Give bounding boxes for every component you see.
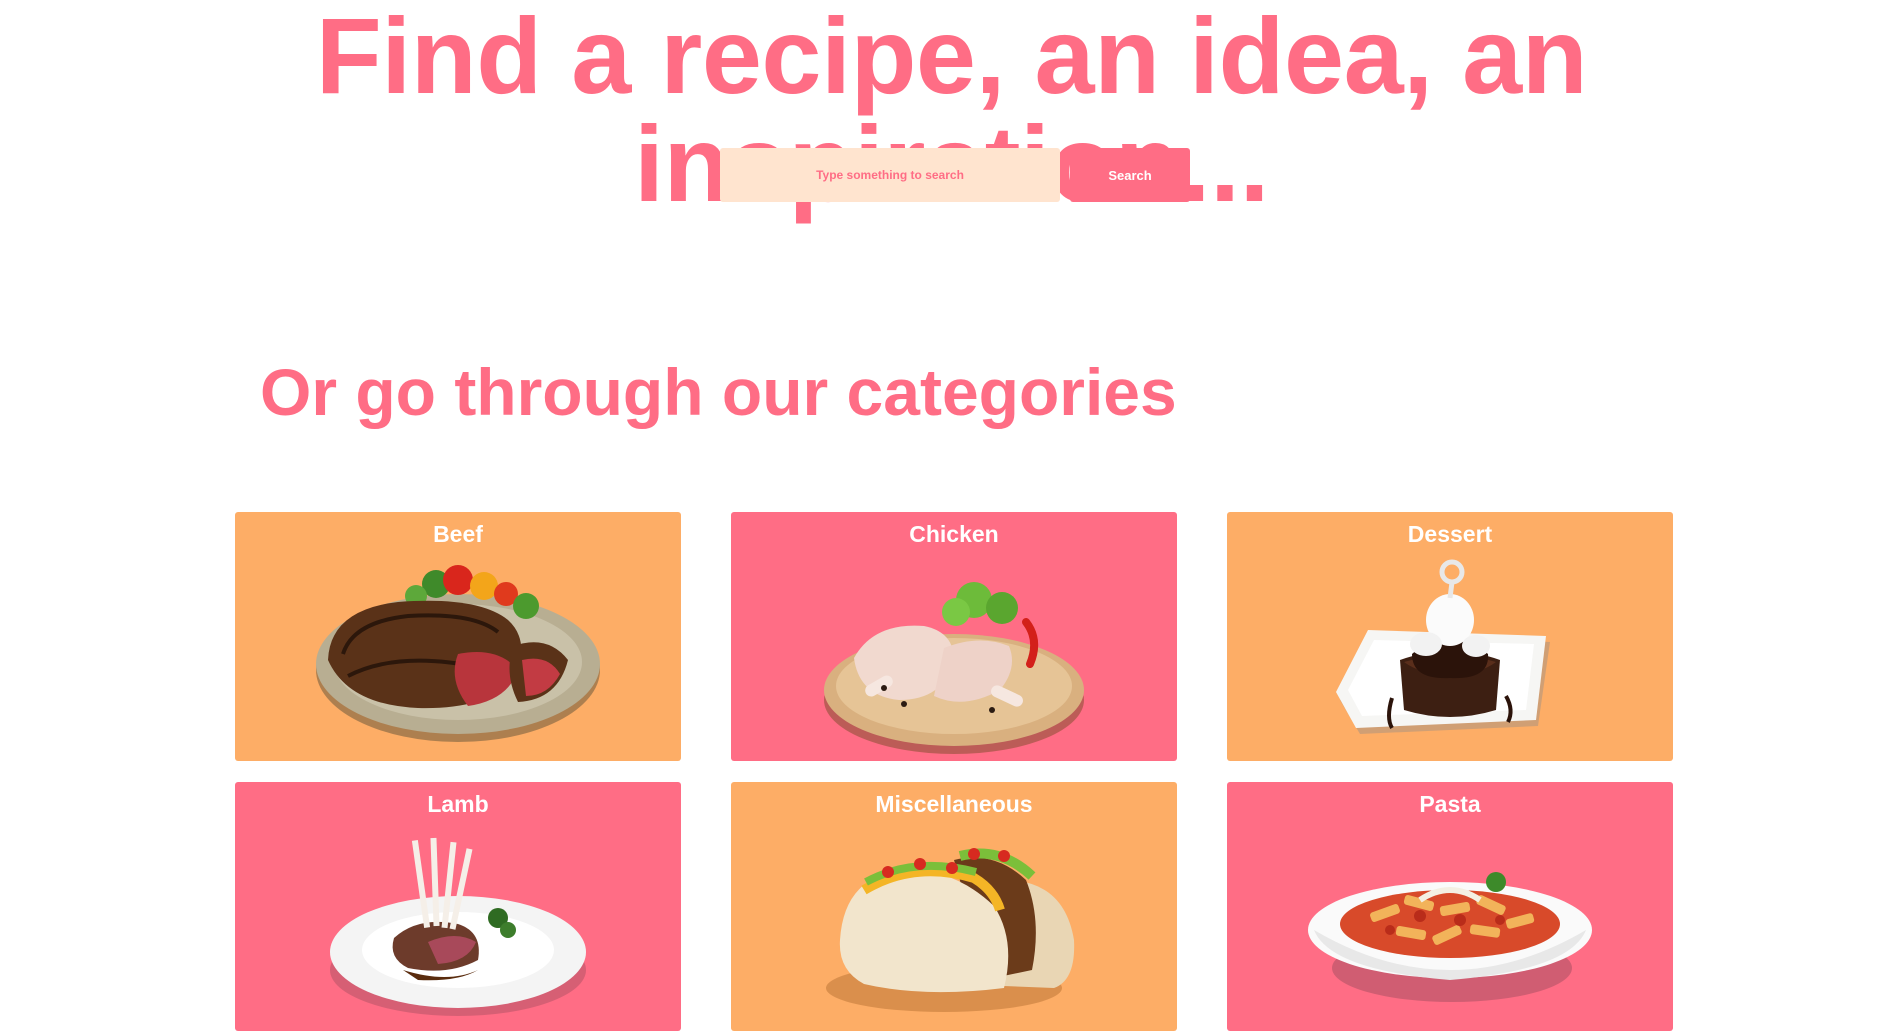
category-card-miscellaneous[interactable]: Miscellaneous [731,782,1177,1031]
penne-pasta-bowl-image [1308,872,1592,1002]
category-label: Beef [433,521,483,547]
category-card-chicken[interactable]: Chicken [731,512,1177,761]
page: Find a recipe, an idea, an inspiration..… [0,0,1903,1032]
search-input[interactable] [720,148,1060,202]
category-card-pasta[interactable]: Pasta [1227,782,1673,1031]
search-bar: Search [720,148,1190,202]
search-button[interactable]: Search [1070,148,1190,202]
category-label: Miscellaneous [875,791,1033,817]
category-card-lamb[interactable]: Lamb [235,782,681,1031]
category-card-dessert[interactable]: Dessert [1227,512,1673,761]
category-label: Pasta [1419,791,1481,817]
category-card-beef[interactable]: Beef [235,512,681,761]
chocolate-cake-plate-image [1336,559,1550,734]
raw-chicken-legs-board-image [824,582,1084,754]
category-label: Lamb [427,791,489,817]
categories-title: Or go through our categories [260,355,1177,429]
category-grid: Beef Chicken Dessert Lamb Miscellaneous … [235,512,1673,1031]
lamb-chops-plate-image [330,837,586,1016]
tacos-image [826,848,1075,1012]
category-label: Chicken [909,521,999,547]
category-label: Dessert [1407,521,1493,547]
beef-steak-plate-image [316,565,600,742]
